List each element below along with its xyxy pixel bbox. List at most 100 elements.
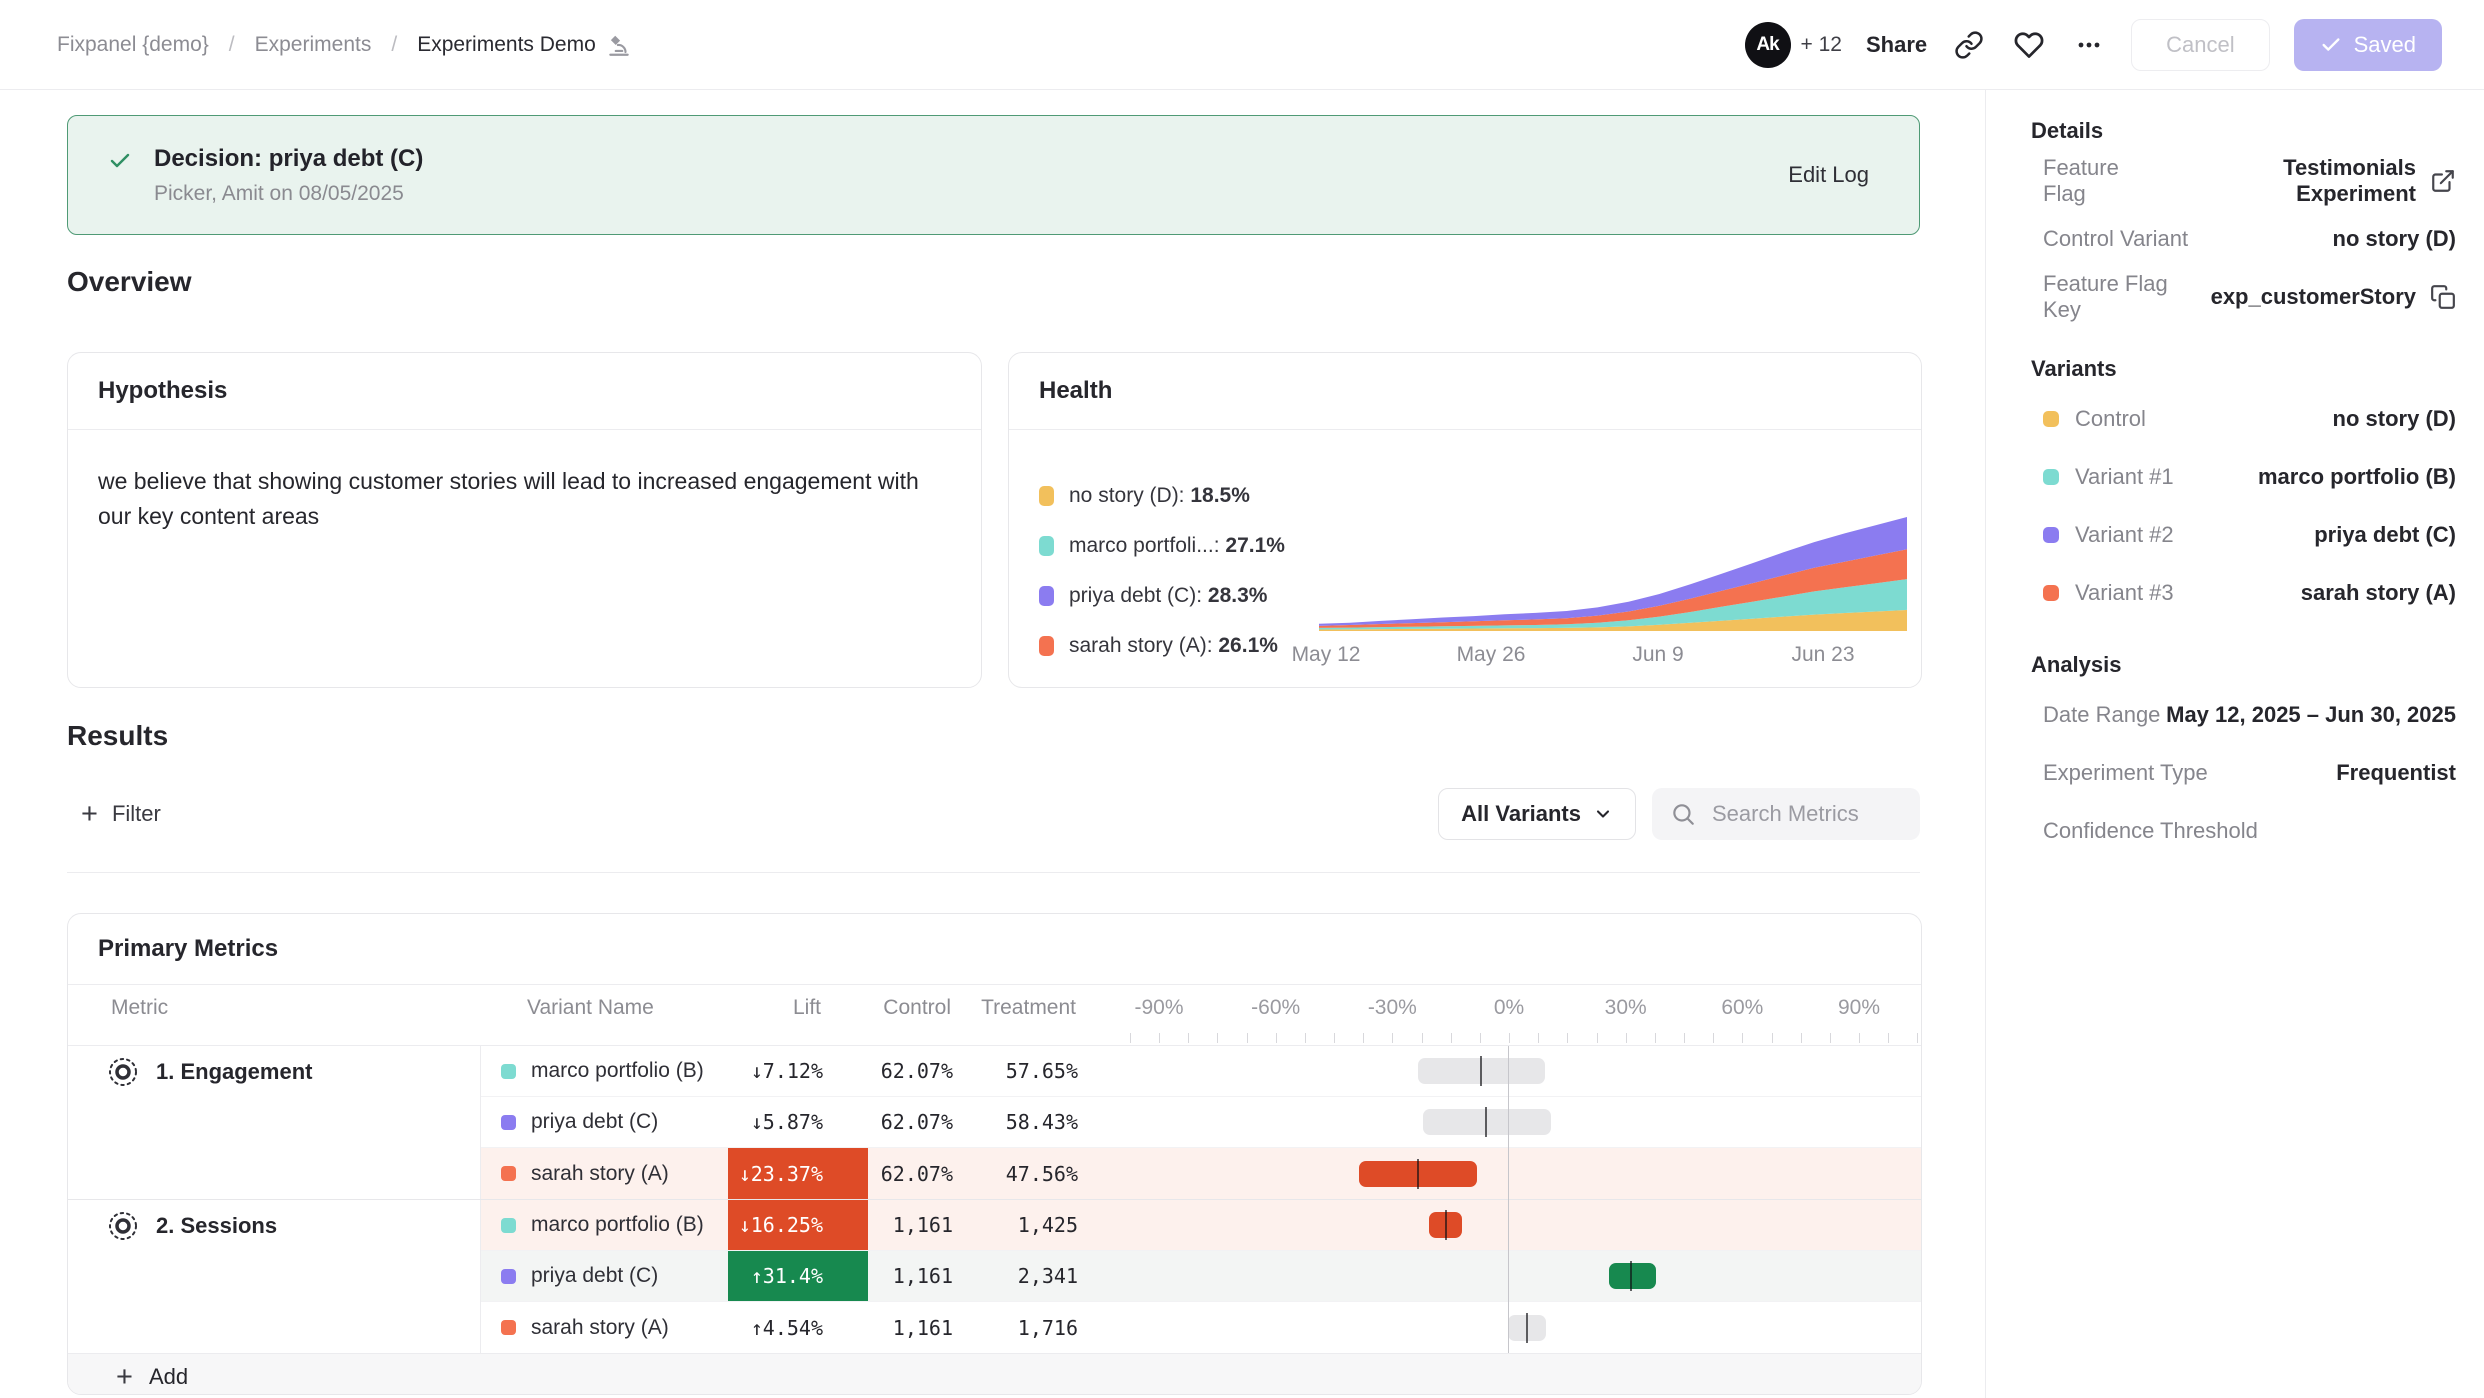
- lift-value: ↑31.4%: [728, 1251, 868, 1301]
- metric-table-row[interactable]: priya debt (C)↑31.4%1,1612,341: [68, 1251, 1921, 1302]
- avatar[interactable]: Ak: [1745, 22, 1791, 68]
- more-options-icon[interactable]: [2071, 27, 2107, 63]
- saved-label: Saved: [2354, 32, 2416, 58]
- results-heading: Results: [67, 720, 168, 752]
- sidebar-row: Experiment TypeFrequentist: [2031, 744, 2456, 802]
- sidebar-section-variants: VariantsControlno story (D)Variant #1mar…: [2031, 356, 2456, 622]
- column-header-variant: Variant Name: [527, 996, 654, 1020]
- metric-table-row[interactable]: 1. Engagementmarco portfolio (B)↓7.12%62…: [68, 1046, 1921, 1097]
- copy-icon[interactable]: [2430, 284, 2456, 310]
- ruler-tick: [1392, 1033, 1393, 1043]
- confidence-interval-cell: [1108, 1046, 1921, 1096]
- variant-cell: sarah story (A): [481, 1148, 728, 1199]
- column-header-treatment: Treatment: [981, 996, 1076, 1020]
- legend-chip: [1039, 486, 1054, 506]
- ruler-tick: [1247, 1033, 1248, 1043]
- sidebar-row-label: Date Range: [2043, 702, 2160, 728]
- legend-item: sarah story (A): 26.1%: [1039, 621, 1285, 671]
- variant-color-chip: [2043, 527, 2059, 543]
- saved-button[interactable]: Saved: [2294, 19, 2442, 71]
- breadcrumb-project[interactable]: Fixpanel {demo}: [57, 33, 209, 57]
- variant-name: marco portfolio (B): [531, 1213, 704, 1237]
- external-link-icon[interactable]: [2430, 168, 2456, 194]
- ruler-tick: [1451, 1033, 1452, 1043]
- treatment-value: 47.56%: [988, 1148, 1108, 1199]
- share-button[interactable]: Share: [1866, 32, 1927, 58]
- sidebar-section-details: DetailsFeature FlagTestimonials Experime…: [2031, 118, 2456, 326]
- variant-color-chip: [501, 1218, 516, 1233]
- microscope-icon: [606, 32, 632, 58]
- ruler-tick: [1159, 1033, 1160, 1043]
- cancel-button[interactable]: Cancel: [2131, 19, 2269, 71]
- favorite-heart-icon[interactable]: [2011, 27, 2047, 63]
- sidebar-row-label: Feature Flag: [2043, 155, 2164, 207]
- add-metric-button[interactable]: + Add: [68, 1353, 1921, 1395]
- metric-table-row[interactable]: sarah story (A)↑4.54%1,1611,716: [68, 1302, 1921, 1353]
- confidence-interval-cell: [1108, 1097, 1921, 1147]
- lift-axis-ruler: [68, 1031, 1921, 1046]
- variants-dropdown[interactable]: All Variants: [1438, 788, 1636, 840]
- breadcrumb-experiments[interactable]: Experiments: [255, 33, 372, 57]
- lift-axis-label: 60%: [1721, 996, 1763, 1020]
- column-header-metric: Metric: [111, 996, 168, 1020]
- ruler-tick: [1830, 1033, 1831, 1043]
- primary-metrics-title: Primary Metrics: [68, 914, 1921, 985]
- collaborator-count[interactable]: + 12: [1801, 33, 1842, 57]
- plus-icon: +: [81, 800, 98, 829]
- variant-name: sarah story (A): [531, 1316, 669, 1340]
- health-card: Health no story (D): 18.5%marco portfoli…: [1008, 352, 1922, 688]
- metric-table-row[interactable]: 2. Sessionsmarco portfolio (B)↓16.25%1,1…: [68, 1200, 1921, 1251]
- search-input[interactable]: [1710, 800, 1902, 828]
- ruler-tick: [1188, 1033, 1189, 1043]
- hypothesis-title: Hypothesis: [68, 353, 981, 430]
- decision-subtitle: Picker, Amit on 08/05/2025: [154, 182, 423, 206]
- treatment-value: 1,425: [988, 1200, 1108, 1250]
- add-filter-button[interactable]: + Filter: [67, 800, 161, 829]
- ruler-tick: [1538, 1033, 1539, 1043]
- confidence-interval-cell: [1108, 1200, 1921, 1250]
- sidebar-row-label: Control: [2075, 406, 2146, 432]
- decision-title: Decision: priya debt (C): [154, 145, 423, 173]
- health-legend: no story (D): 18.5%marco portfoli...: 27…: [1039, 471, 1285, 671]
- search-icon: [1670, 801, 1696, 827]
- sidebar-row: Date RangeMay 12, 2025 – Jun 30, 2025: [2031, 686, 2456, 744]
- sidebar-row-label: Variant #2: [2075, 522, 2174, 548]
- ruler-tick: [1772, 1033, 1773, 1043]
- variant-cell: sarah story (A): [481, 1302, 728, 1353]
- variant-name: marco portfolio (B): [531, 1059, 704, 1083]
- lift-mean-tick: [1445, 1210, 1447, 1240]
- x-axis-tick-label: May 12: [1292, 643, 1361, 667]
- sidebar-row-label: Experiment Type: [2043, 760, 2208, 786]
- sidebar-row-value: marco portfolio (B): [2258, 464, 2456, 490]
- variant-cell: marco portfolio (B): [481, 1200, 728, 1250]
- edit-log-button[interactable]: Edit Log: [1788, 162, 1869, 188]
- sidebar-row: Feature FlagTestimonials Experiment: [2031, 152, 2456, 210]
- control-value: 62.07%: [868, 1148, 988, 1199]
- lift-axis-label: -60%: [1251, 996, 1300, 1020]
- breadcrumb-current: Experiments Demo: [417, 32, 632, 58]
- analysis-heading: Analysis: [2031, 652, 2456, 678]
- confidence-interval-cell: [1108, 1251, 1921, 1301]
- sidebar-row: Variant #2priya debt (C): [2031, 506, 2456, 564]
- treatment-value: 58.43%: [988, 1097, 1108, 1147]
- ruler-tick: [1888, 1033, 1889, 1043]
- sidebar-row-label: Feature Flag Key: [2043, 271, 2211, 323]
- sidebar-row: Variant #3sarah story (A): [2031, 564, 2456, 622]
- sidebar-row-value: no story (D): [2333, 226, 2456, 252]
- lift-axis-label: -30%: [1368, 996, 1417, 1020]
- plus-icon: +: [116, 1363, 133, 1392]
- metrics-table-header: Metric Variant Name Lift Control Treatme…: [68, 985, 1921, 1031]
- ruler-tick: [1801, 1033, 1802, 1043]
- breadcrumb-separator: /: [229, 33, 235, 57]
- ruler-tick: [1422, 1033, 1423, 1043]
- zero-axis-line: [1508, 1046, 1509, 1353]
- link-icon[interactable]: [1951, 27, 1987, 63]
- ruler-tick: [1597, 1033, 1598, 1043]
- lift-value: ↓7.12%: [728, 1046, 868, 1096]
- metric-table-row[interactable]: sarah story (A)↓23.37%62.07%47.56%: [68, 1148, 1921, 1200]
- sidebar-row: Confidence Threshold: [2031, 802, 2456, 860]
- ruler-tick: [1276, 1033, 1277, 1043]
- lift-axis-label: 90%: [1838, 996, 1880, 1020]
- confidence-interval-bar: [1609, 1263, 1656, 1289]
- metric-table-row[interactable]: priya debt (C)↓5.87%62.07%58.43%: [68, 1097, 1921, 1148]
